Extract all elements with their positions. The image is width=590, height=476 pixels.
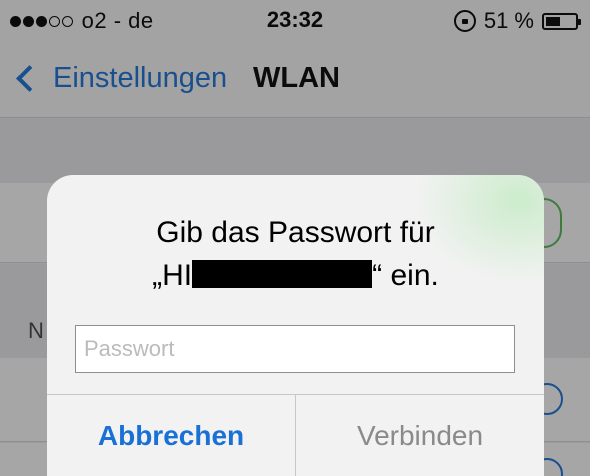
alert-title-line1: Gib das Passwort für [156, 216, 435, 249]
navigation-bar: Einstellungen WLAN [0, 40, 590, 118]
password-input[interactable] [75, 325, 515, 373]
network-name-prefix: „HI [152, 259, 193, 292]
network-name-suffix: “ ein. [372, 259, 439, 292]
rotation-lock-icon [453, 10, 476, 32]
chevron-left-icon [16, 65, 43, 92]
cancel-button[interactable]: Abbrechen [47, 395, 296, 476]
battery-fill [546, 16, 560, 26]
alert-title: Gib das Passwort für „HI “ ein. [47, 211, 544, 297]
connect-button[interactable]: Verbinden [296, 395, 544, 476]
redacted-network-name [192, 260, 373, 288]
status-bar: o2 - de 23:32 51 % [0, 0, 590, 40]
alert-title-line2: „HI “ ein. [47, 254, 544, 297]
battery-percent: 51 % [483, 8, 534, 33]
battery-icon [542, 12, 581, 30]
back-label: Einstellungen [53, 62, 228, 94]
alert-button-row: Abbrechen Verbinden [47, 394, 544, 476]
password-alert: Gib das Passwort für „HI “ ein. Abbrechen… [47, 175, 544, 476]
page-title: WLAN [253, 62, 340, 94]
section-spacer [0, 119, 590, 183]
back-button[interactable]: Einstellungen [14, 62, 227, 95]
section-header-letter: N [28, 318, 44, 343]
